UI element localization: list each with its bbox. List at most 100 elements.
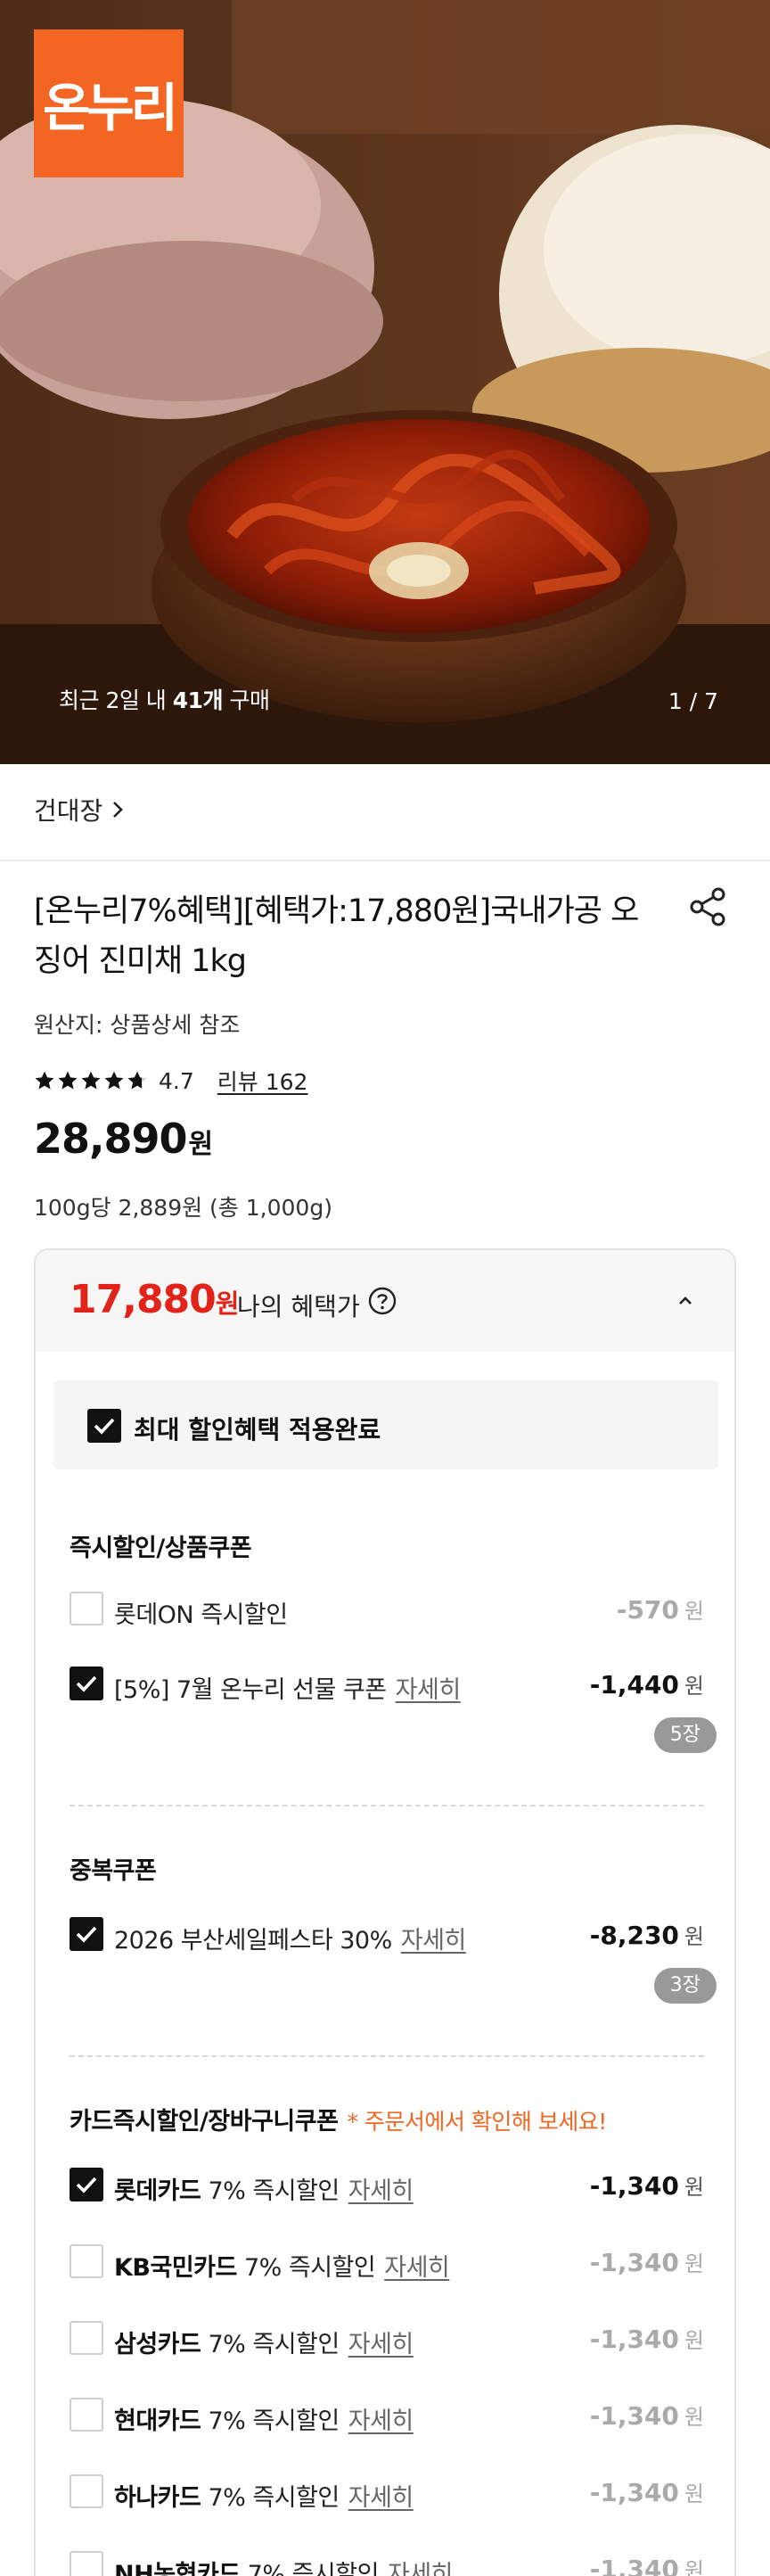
coupon-amount: -1,440 원: [590, 1668, 704, 1700]
card-amount: -1,340 원: [590, 2169, 704, 2201]
card-label: 현대카드 7% 즉시할인 자세히: [114, 2401, 414, 2436]
product-title: [온누리7%혜택][혜택가:17,880원]국내가공 오징어 진미채 1kg: [34, 893, 639, 979]
checkbox-unchecked[interactable]: [70, 2474, 103, 2508]
coupon-row-busan[interactable]: 2026 부산세일페스타 30% 자세히 -8,230 원: [70, 1917, 704, 1955]
amount-value: -8,230: [589, 1921, 679, 1950]
onnuri-logo: 온누리: [34, 29, 184, 177]
detail-link[interactable]: 자세히: [384, 2254, 450, 2282]
card-amount: -1,340 원: [590, 2246, 704, 2277]
benefit-price: 17,880원: [70, 1277, 240, 1322]
chevron-right-icon: [113, 802, 124, 818]
checkbox-unchecked[interactable]: [70, 2321, 103, 2355]
category-link[interactable]: 건대장: [34, 792, 124, 827]
benefit-price-unit: 원: [215, 1288, 240, 1319]
amount-unit: 원: [684, 2251, 704, 2276]
coupon-amount: -570 원: [617, 1593, 704, 1625]
rating-summary: 4.7 리뷰 162: [34, 1065, 307, 1097]
star-icon: [81, 1071, 101, 1090]
benefit-label: 나의 혜택가: [237, 1292, 360, 1321]
star-rating: [34, 1070, 148, 1091]
section-title-duplicate: 중복쿠폰: [70, 1857, 157, 1885]
checkbox-checked[interactable]: [70, 1667, 103, 1700]
amount-value: -1,340: [589, 2401, 679, 2431]
card-row-lottecard[interactable]: 롯데카드 7% 즉시할인 자세히 -1,340 원: [70, 2168, 704, 2206]
star-icon: [58, 1071, 78, 1090]
card-row-hyundai[interactable]: 현대카드 7% 즉시할인 자세히 -1,340 원: [70, 2398, 704, 2436]
detail-link[interactable]: 자세히: [348, 2484, 414, 2512]
chevron-up-icon[interactable]: [672, 1288, 699, 1314]
checkbox-checked[interactable]: [70, 1917, 103, 1951]
dashed-divider: [70, 1805, 704, 1806]
check-icon: [76, 2177, 97, 2193]
review-link[interactable]: 리뷰 162: [217, 1065, 308, 1097]
checkbox-unchecked[interactable]: [70, 2244, 103, 2278]
section-note: * 주문서에서 확인해 보세요!: [347, 2109, 607, 2135]
caption-prefix: 최근 2일 내: [59, 687, 173, 713]
max-discount-applied[interactable]: 최대 할인혜택 적용완료: [53, 1380, 718, 1469]
check-icon: [76, 1926, 97, 1943]
help-icon[interactable]: [367, 1286, 397, 1316]
card-desc: 7% 즉시할인: [201, 2177, 340, 2205]
rating-value: 4.7: [159, 1067, 194, 1094]
coupon-row-lotteon[interactable]: 롯데ON 즉시할인 -570 원: [70, 1592, 704, 1629]
card-row-nh[interactable]: NH농협카드 7% 즉시할인 자세히 -1,340 원: [70, 2551, 704, 2576]
sale-price: 28,890원: [34, 1115, 213, 1163]
star-icon: [104, 1071, 124, 1090]
coupon-row-july[interactable]: [5%] 7월 온누리 선물 쿠폰 자세히 -1,440 원: [70, 1667, 704, 1704]
checkbox-unchecked[interactable]: [70, 1592, 103, 1625]
card-amount: -1,340 원: [590, 2399, 704, 2431]
coupon-label-text: [5%] 7월 온누리 선물 쿠폰: [114, 1676, 387, 1704]
amount-value: -1,340: [589, 2171, 679, 2201]
card-amount: -1,340 원: [590, 2323, 704, 2354]
card-desc: 7% 즉시할인: [240, 2561, 380, 2576]
card-amount: -1,340 원: [590, 2553, 704, 2576]
detail-link[interactable]: 자세히: [401, 1927, 467, 1955]
recent-purchase-caption: 최근 2일 내 41개 구매: [59, 683, 270, 715]
coupon-amount: -8,230 원: [590, 1919, 704, 1950]
card-desc: 7% 즉시할인: [201, 2484, 340, 2512]
card-row-samsung[interactable]: 삼성카드 7% 즉시할인 자세히 -1,340 원: [70, 2321, 704, 2359]
amount-unit: 원: [684, 1599, 704, 1624]
check-icon: [76, 1675, 97, 1692]
benefit-header[interactable]: 17,880원 나의 혜택가: [36, 1250, 734, 1352]
card-row-kb[interactable]: KB국민카드 7% 즉시할인 자세히 -1,340 원: [70, 2244, 704, 2283]
caption-count: 41개: [172, 687, 224, 713]
card-brand: 삼성카드: [114, 2331, 201, 2358]
image-pager: 1 / 7: [668, 688, 718, 714]
star-icon: [35, 1071, 54, 1090]
product-hero-image[interactable]: 온누리 최근 2일 내 41개 구매 1 / 7: [0, 0, 770, 764]
checkbox-unchecked[interactable]: [70, 2551, 103, 2576]
amount-value: -1,340: [589, 2555, 679, 2576]
dashed-divider: [70, 2055, 704, 2057]
section-title-card: 카드즉시할인/장바구니쿠폰 * 주문서에서 확인해 보세요!: [70, 2102, 607, 2136]
category-label: 건대장: [34, 796, 103, 826]
amount-unit: 원: [684, 2175, 704, 2200]
coupon-count-badge: 3장: [653, 1968, 717, 2004]
star-half-icon: [127, 1071, 147, 1090]
max-discount-label: 최대 할인혜택 적용완료: [134, 1415, 381, 1444]
amount-value: -1,340: [589, 2325, 679, 2354]
section-divider: [0, 860, 770, 861]
checkbox-checked[interactable]: [70, 2168, 103, 2202]
detail-link[interactable]: 자세히: [348, 2331, 414, 2358]
card-brand: 현대카드: [114, 2407, 201, 2435]
card-label: KB국민카드 7% 즉시할인 자세히: [114, 2248, 450, 2283]
section-title-instant: 즉시할인/상품쿠폰: [70, 1535, 252, 1562]
detail-link[interactable]: 자세히: [388, 2561, 454, 2576]
card-label: 삼성카드 7% 즉시할인 자세히: [114, 2325, 414, 2359]
detail-link[interactable]: 자세히: [396, 1676, 462, 1704]
logo-text: 온누리: [42, 78, 178, 138]
detail-link[interactable]: 자세히: [348, 2407, 414, 2435]
detail-link[interactable]: 자세히: [348, 2177, 414, 2205]
origin-info: 원산지: 상품상세 참조: [34, 1012, 241, 1038]
card-row-hana[interactable]: 하나카드 7% 즉시할인 자세히 -1,340 원: [70, 2474, 704, 2512]
card-brand: 하나카드: [114, 2484, 201, 2512]
coupon-label: 롯데ON 즉시할인: [114, 1601, 288, 1629]
card-brand: KB국민카드: [114, 2254, 237, 2282]
benefit-panel: 17,880원 나의 혜택가 최대 할인혜택 적용완료 즉시할인/상품쿠폰 롯데…: [34, 1248, 736, 2576]
amount-value: -1,340: [589, 2478, 679, 2507]
checkbox-checked[interactable]: [87, 1409, 121, 1443]
share-icon[interactable]: [688, 886, 729, 927]
card-label: 롯데카드 7% 즉시할인 자세히: [114, 2171, 414, 2206]
checkbox-unchecked[interactable]: [70, 2398, 103, 2432]
